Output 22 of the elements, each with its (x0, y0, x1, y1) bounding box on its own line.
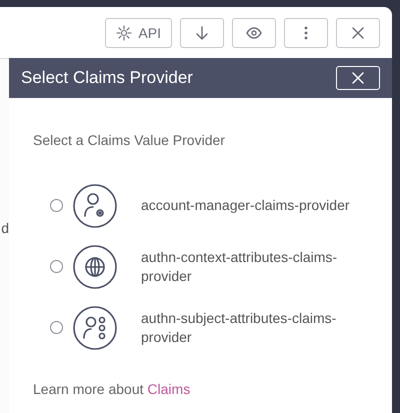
radio-button[interactable] (50, 260, 63, 273)
globe-icon (73, 244, 117, 288)
down-arrow-icon (194, 24, 210, 40)
provider-label[interactable]: account-manager-claims-provider (141, 196, 351, 215)
radio-button[interactable] (50, 321, 63, 334)
provider-label[interactable]: authn-context-attributes-claims-provider (141, 248, 351, 286)
api-button[interactable]: API (105, 18, 172, 48)
eye-icon (246, 26, 262, 38)
dialog-title: Select Claims Provider (21, 68, 193, 88)
more-icon (304, 26, 308, 40)
close-button[interactable] (336, 18, 380, 48)
learn-more-text: Learn more about Claims (33, 381, 192, 397)
close-icon (352, 72, 364, 84)
dialog-prompt: Select a Claims Value Provider (33, 132, 226, 148)
download-button[interactable] (180, 18, 224, 48)
user-group-icon (73, 306, 117, 350)
background-text: d (1, 220, 9, 236)
radio-button[interactable] (50, 199, 63, 212)
claims-link[interactable]: Claims (147, 381, 190, 397)
close-icon (352, 26, 364, 38)
view-button[interactable] (232, 18, 276, 48)
provider-label[interactable]: authn-subject-attributes-claims-provider (141, 308, 351, 346)
